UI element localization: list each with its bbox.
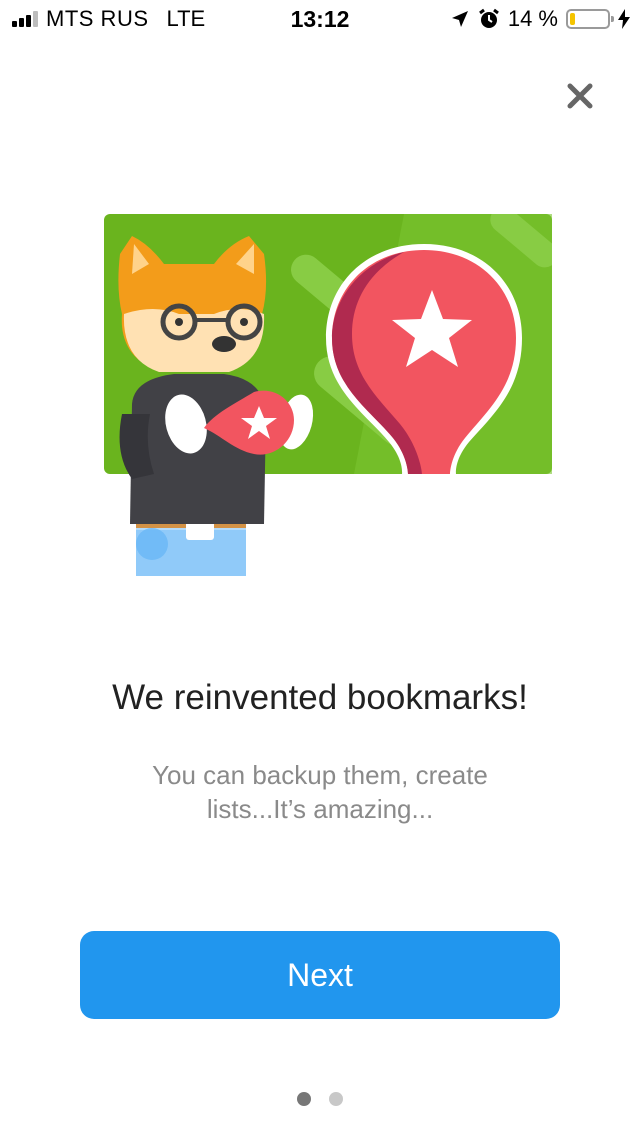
battery-icon: [566, 9, 614, 29]
close-button[interactable]: [560, 76, 600, 116]
battery-percent: 14 %: [507, 6, 558, 31]
location-arrow-icon: [451, 11, 468, 27]
onboarding-subtitle: You can backup them, create lists...It’s…: [152, 760, 488, 824]
onboarding-headline: We reinvented bookmarks!: [112, 678, 528, 718]
pager-dot: [297, 1092, 311, 1106]
alarm-icon: [478, 8, 499, 28]
next-button[interactable]: Next: [80, 931, 560, 1019]
onboarding-illustration: [104, 214, 552, 576]
status-bar: MTS RUS LTE 13:12 14 %: [0, 0, 640, 40]
page-indicator: [0, 1092, 640, 1106]
close-icon: [567, 83, 593, 109]
charging-bolt-icon: [618, 9, 630, 29]
status-bar-right: 14 %: [450, 6, 630, 32]
pager-dot: [329, 1092, 343, 1106]
